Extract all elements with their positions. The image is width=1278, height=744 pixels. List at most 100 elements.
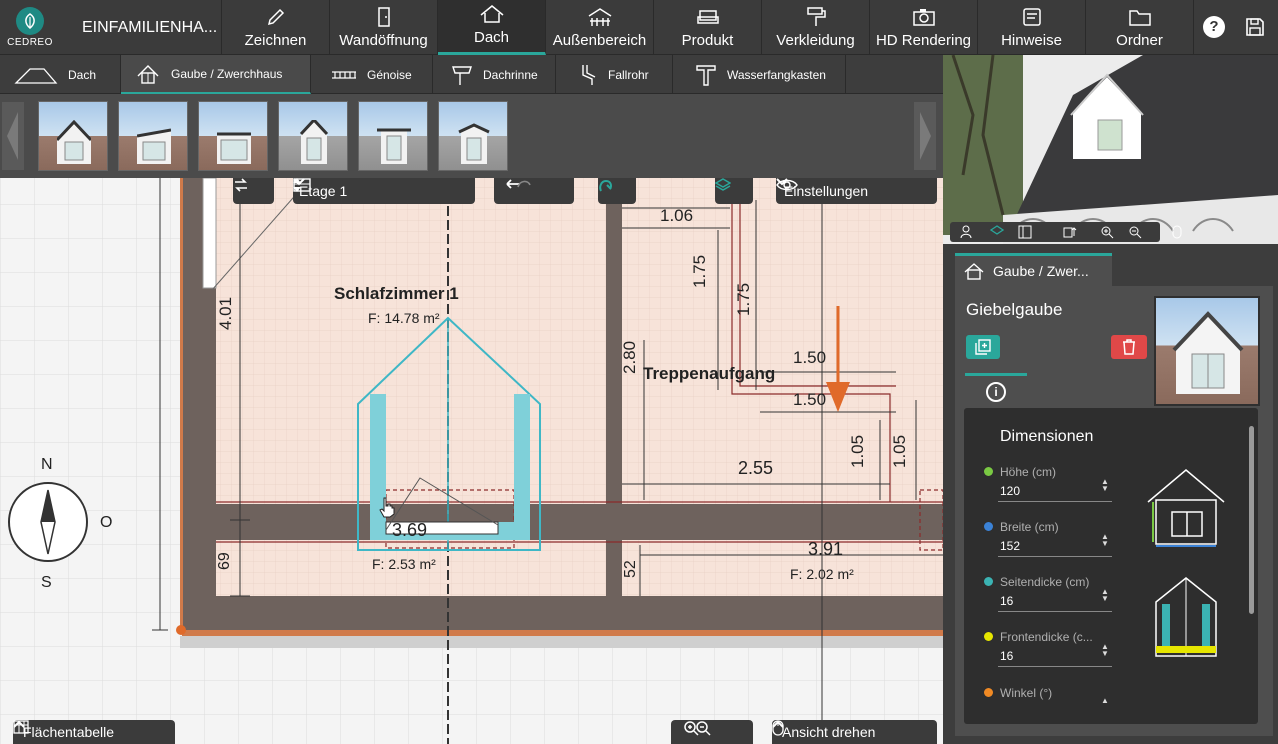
chevron-left-icon — [7, 112, 18, 160]
nav-label: Wandöffnung — [339, 32, 428, 49]
magnet-icon — [599, 179, 612, 192]
width-input[interactable]: 152 — [1000, 539, 1020, 553]
nav-hd-rendering[interactable]: HD Rendering — [870, 0, 978, 55]
selected-dormer-thumbnail — [1154, 296, 1260, 406]
subtab-fallrohr[interactable]: Fallrohr — [556, 55, 673, 94]
trash-icon — [1123, 339, 1135, 355]
person-icon[interactable] — [960, 225, 972, 239]
top-navigation-bar: CEDREO EINFAMILIENHA... Zeichnen Wandöff… — [0, 0, 1278, 55]
nav-label: Produkt — [681, 32, 734, 49]
subtab-dach[interactable]: Dach — [0, 55, 121, 94]
layers-button[interactable] — [715, 178, 753, 204]
subtab-label: Dachrinne — [483, 67, 538, 82]
panel-scrollbar[interactable] — [1249, 426, 1254, 614]
nav-hinweise[interactable]: Hinweise — [978, 0, 1086, 55]
dimensions-box — [964, 408, 1258, 724]
magnet-button[interactable] — [598, 178, 636, 204]
zoom-out-icon[interactable] — [695, 720, 711, 736]
compass-icon — [8, 482, 88, 562]
nav-ordner[interactable]: Ordner — [1086, 0, 1194, 55]
panel-tab-gaube[interactable]: Gaube / Zwer... — [955, 253, 1112, 286]
dormer-thumbnail[interactable] — [438, 101, 508, 171]
gutter-icon — [452, 65, 472, 85]
nav-label: Verkleidung — [776, 32, 855, 49]
rotate-camera-icon[interactable] — [1062, 225, 1078, 239]
side-thickness-color-dot — [984, 577, 993, 586]
mouse-icon[interactable] — [1172, 225, 1182, 239]
roof-subtab-bar: Dach Gaube / Zwerchhaus Génoise Dachrinn… — [0, 55, 943, 94]
height-color-dot — [984, 467, 993, 476]
dimension-label: 3.91 — [808, 539, 844, 559]
subtab-label: Génoise — [367, 67, 412, 82]
front-thickness-color-dot — [984, 632, 993, 641]
front-thickness-input[interactable]: 16 — [1000, 649, 1013, 663]
side-thickness-label: Seitendicke (cm) — [1000, 575, 1090, 589]
side-thickness-stepper[interactable]: ▲ ▼ — [1100, 588, 1110, 603]
dimension-label: 1.50 — [793, 348, 827, 367]
info-icon[interactable]: i — [986, 382, 1006, 402]
project-name[interactable]: EINFAMILIENHA... — [64, 0, 222, 55]
delete-button[interactable] — [1111, 335, 1147, 359]
width-stepper[interactable]: ▲ ▼ — [1100, 533, 1110, 548]
rotate-view-toggle[interactable]: Ansicht drehen — [772, 720, 937, 744]
height-width-diagram — [1147, 469, 1225, 547]
paint-roller-icon — [806, 7, 826, 26]
nav-wandoeffnung[interactable]: Wandöffnung — [330, 0, 438, 55]
nav-label: Zeichnen — [244, 32, 307, 49]
dormer-thumbnail[interactable] — [118, 101, 188, 171]
cedreo-logo[interactable]: CEDREO — [0, 0, 60, 55]
genoise-icon — [332, 70, 356, 79]
subtab-gaube[interactable]: Gaube / Zwerchhaus — [121, 55, 311, 94]
room-name: Treppenaufgang — [643, 364, 776, 383]
height-input[interactable]: 120 — [1000, 484, 1020, 498]
dormer-thumbnail[interactable] — [278, 101, 348, 171]
scroll-left-button[interactable] — [2, 102, 24, 170]
wall — [182, 596, 943, 630]
chevron-right-icon — [920, 112, 931, 160]
area-label: F: 2.53 m² — [372, 556, 436, 572]
swap-view-button[interactable] — [233, 178, 274, 204]
subtab-genoise[interactable]: Génoise — [311, 55, 433, 94]
height-stepper[interactable]: ▲ ▼ — [1100, 478, 1110, 493]
nav-aussenbereich[interactable]: Außenbereich — [546, 0, 654, 55]
nav-dach[interactable]: Dach — [438, 0, 546, 55]
subtab-label: Wasserfangkasten — [727, 67, 826, 82]
save-icon[interactable] — [1244, 16, 1266, 38]
subtab-dachrinne[interactable]: Dachrinne — [433, 55, 556, 94]
settings-dropdown[interactable]: Einstellungen — [776, 178, 937, 204]
floor-plan-canvas[interactable]: Schlafzimmer 1 F: 14.78 m² Treppenaufgan… — [0, 178, 943, 744]
area-table-toggle[interactable]: Flächentabelle — [13, 720, 175, 744]
room-name: Schlafzimmer 1 — [334, 284, 459, 303]
nav-verkleidung[interactable]: Verkleidung — [762, 0, 870, 55]
zoom-in-icon[interactable] — [1100, 225, 1114, 239]
duplicate-button[interactable] — [966, 335, 1000, 359]
dormer-thumbnail[interactable] — [198, 101, 268, 171]
nav-label: Dach — [473, 29, 510, 46]
nav-produkt[interactable]: Produkt — [654, 0, 762, 55]
nav-label: Hinweise — [1001, 32, 1062, 49]
dormer-type-title: Giebelgaube — [966, 300, 1063, 319]
height-label: Höhe (cm) — [1000, 465, 1057, 479]
dormer-thumbnail[interactable] — [358, 101, 428, 171]
panel-tab-label: Gaube / Zwer... — [993, 263, 1089, 279]
nav-label: Ordner — [1116, 32, 1163, 49]
subtab-wasserfangkasten[interactable]: Wasserfangkasten — [673, 55, 846, 94]
notes-icon — [1022, 8, 1041, 26]
dormer-thumbnail[interactable] — [38, 101, 108, 171]
floor-selector[interactable]: Etage 1 — [293, 178, 475, 204]
nav-zeichnen[interactable]: Zeichnen — [222, 0, 330, 55]
3d-preview[interactable] — [943, 55, 1278, 244]
width-color-dot — [984, 522, 993, 531]
front-thickness-stepper[interactable]: ▲ ▼ — [1100, 643, 1110, 658]
side-thickness-input[interactable]: 16 — [1000, 594, 1013, 608]
scroll-right-button[interactable] — [914, 102, 936, 170]
zoom-out-icon[interactable] — [1128, 225, 1142, 239]
width-label: Breite (cm) — [1000, 520, 1059, 534]
redo-icon[interactable] — [516, 178, 532, 190]
angle-stepper[interactable]: ▲ — [1100, 697, 1110, 705]
plan-icon[interactable] — [1018, 225, 1032, 239]
area-table-label: Flächentabelle — [23, 724, 115, 740]
nav-label: Außenbereich — [552, 32, 647, 49]
layers-icon[interactable] — [990, 225, 1004, 239]
help-icon[interactable]: ? — [1203, 16, 1225, 38]
